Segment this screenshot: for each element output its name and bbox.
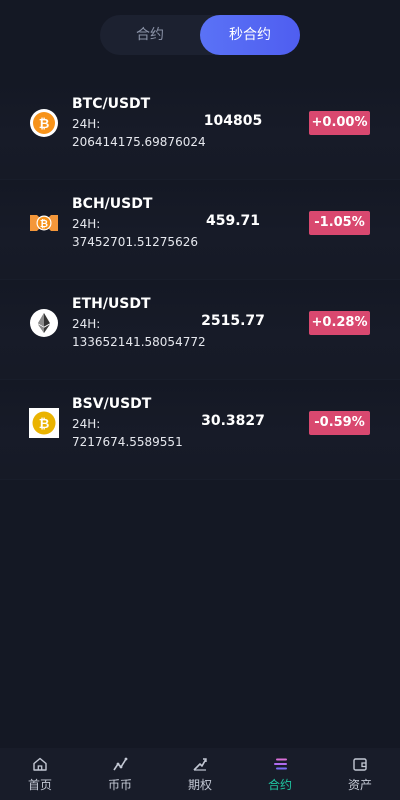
- nav-label-options: 期权: [187, 778, 212, 792]
- nav-item-spot[interactable]: 币币: [80, 748, 160, 800]
- bottom-navigation: 首页 币币 期权 合约 资产: [0, 748, 400, 800]
- contract-type-switch: 合约 秒合约: [100, 15, 300, 55]
- last-price: 30.3827: [201, 413, 265, 429]
- home-icon: [32, 756, 48, 772]
- last-price: 459.71: [205, 213, 261, 229]
- volume-label: 24H:: [72, 417, 101, 431]
- pair-name: BSV/USDT: [72, 396, 152, 412]
- ethereum-icon: [29, 308, 59, 338]
- volume-value: 37452701.51275626: [72, 235, 198, 249]
- pair-name: BCH/USDT: [72, 196, 153, 212]
- contract-lines-icon: [272, 756, 288, 772]
- change-badge: -1.05%: [309, 211, 370, 235]
- volume-value: 133652141.58054772: [72, 335, 206, 349]
- nav-label-assets: 资产: [347, 778, 372, 792]
- volume-label: 24H:: [72, 117, 101, 131]
- market-row-bch[interactable]: ₿ BCH/USDT 24H: 37452701.51275626 459.71…: [0, 180, 400, 280]
- nav-label-home: 首页: [27, 778, 52, 792]
- trend-chart-icon: [112, 756, 128, 772]
- last-price: 2515.77: [201, 313, 265, 329]
- bitcoin-sv-icon: ₿: [29, 408, 59, 438]
- bitcoin-cash-icon: ₿: [29, 208, 59, 238]
- volume-value: 7217674.5589551: [72, 435, 183, 449]
- nav-item-home[interactable]: 首页: [0, 748, 80, 800]
- option-chart-icon: [192, 756, 208, 772]
- change-badge: +0.00%: [309, 111, 370, 135]
- nav-label-spot: 币币: [107, 778, 132, 792]
- pair-name: BTC/USDT: [72, 96, 151, 112]
- market-row-eth[interactable]: ETH/USDT 24H: 133652141.58054772 2515.77…: [0, 280, 400, 380]
- volume-label: 24H:: [72, 217, 101, 231]
- svg-text:₿: ₿: [39, 417, 50, 432]
- tab-contract[interactable]: 合约: [100, 15, 200, 55]
- nav-label-contract: 合约: [267, 778, 292, 792]
- svg-text:₿: ₿: [40, 218, 48, 230]
- volume-value: 206414175.69876024: [72, 135, 206, 149]
- market-row-bsv[interactable]: ₿ BSV/USDT 24H: 7217674.5589551 30.3827 …: [0, 380, 400, 480]
- tab-second-contract[interactable]: 秒合约: [200, 15, 300, 55]
- change-badge: +0.28%: [309, 311, 370, 335]
- market-row-btc[interactable]: ₿ BTC/USDT 24H: 206414175.69876024 10480…: [0, 80, 400, 180]
- change-badge: -0.59%: [309, 411, 370, 435]
- nav-item-assets[interactable]: 资产: [320, 748, 400, 800]
- market-list: ₿ BTC/USDT 24H: 206414175.69876024 10480…: [0, 80, 400, 480]
- pair-name: ETH/USDT: [72, 296, 151, 312]
- app-screen: 合约 秒合约 ₿ BTC/USDT 24H: 206414175.6987602…: [0, 0, 400, 800]
- wallet-icon: [352, 756, 368, 772]
- nav-item-contract[interactable]: 合约: [240, 748, 320, 800]
- last-price: 104805: [203, 113, 263, 129]
- bitcoin-icon: ₿: [29, 108, 59, 138]
- svg-text:₿: ₿: [39, 117, 50, 132]
- nav-item-options[interactable]: 期权: [160, 748, 240, 800]
- volume-label: 24H:: [72, 317, 101, 331]
